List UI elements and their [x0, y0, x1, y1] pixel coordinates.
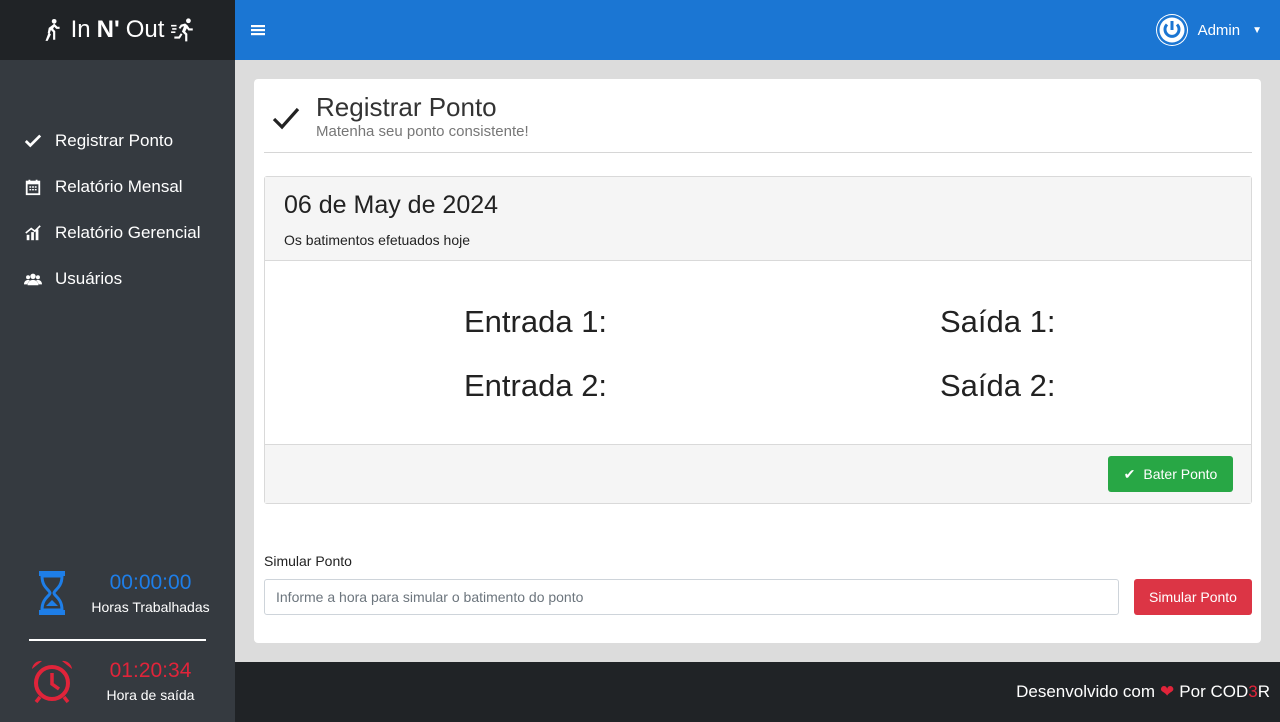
hours-worked-widget: 00:00:00 Horas Trabalhadas — [0, 570, 235, 616]
page-header: Registrar Ponto Matenha seu ponto consis… — [264, 79, 1252, 153]
exit-time-label: Hora de saída — [106, 687, 195, 703]
sidebar-item-registrar-ponto[interactable]: Registrar Ponto — [0, 118, 235, 164]
check-icon: ✔ — [1123, 465, 1136, 482]
alarm-clock-icon — [24, 658, 80, 704]
brand-prefix: In — [70, 16, 91, 43]
main-card: Registrar Ponto Matenha seu ponto consis… — [254, 79, 1261, 643]
panel-body: Entrada 1: Saída 1: Entrada 2: Saída 2: — [265, 261, 1251, 444]
entrada-1-label: Entrada 1: — [464, 304, 608, 339]
footer-accent: 3 — [1248, 682, 1258, 701]
entrada-2-label: Entrada 2: — [464, 368, 608, 403]
bater-ponto-label: Bater Ponto — [1143, 466, 1218, 482]
panel-header: 06 de May de 2024 Os batimentos efetuado… — [265, 177, 1251, 261]
panel-description: Os batimentos efetuados hoje — [284, 232, 471, 248]
simulate-button[interactable]: Simular Ponto — [1134, 579, 1252, 615]
footer-end: R — [1257, 682, 1270, 701]
page-subtitle: Matenha seu ponto consistente! — [316, 123, 529, 140]
power-icon — [1155, 14, 1188, 46]
sidebar-menu: Registrar Ponto Relatório Mensal Relatór… — [0, 118, 235, 302]
hourglass-icon — [24, 570, 80, 616]
sidebar-item-relatorio-mensal[interactable]: Relatório Mensal — [0, 164, 235, 210]
current-date: 06 de May de 2024 — [284, 191, 499, 219]
footer-credit[interactable]: Por COD3R — [1179, 682, 1270, 702]
sidebar: In N' Out Registrar Ponto Relatório Mens… — [0, 0, 235, 722]
top-bar: Admin ▼ — [235, 0, 1280, 60]
saida-1-label: Saída 1: — [940, 304, 1056, 339]
sidebar-item-label: Relatório Gerencial — [55, 223, 201, 242]
panel-footer: ✔ Bater Ponto — [265, 444, 1251, 503]
exit-time-value: 01:20:34 — [109, 659, 192, 682]
footer: Desenvolvido com ❤ Por COD3R — [235, 662, 1280, 722]
caret-down-icon: ▼ — [1252, 24, 1262, 36]
footer-by: Por COD — [1179, 682, 1249, 701]
sidebar-item-label: Usuários — [55, 269, 123, 288]
brand-bold: N' — [96, 16, 120, 43]
brand-suffix: Out — [125, 16, 165, 43]
hours-worked-value: 00:00:00 — [109, 571, 192, 594]
sidebar-item-relatorio-gerencial[interactable]: Relatório Gerencial — [0, 210, 235, 256]
heart-icon: ❤ — [1160, 682, 1175, 701]
check-icon — [272, 107, 300, 130]
walking-icon — [45, 18, 60, 41]
sidebar-item-label: Relatório Mensal — [55, 177, 183, 196]
check-icon — [23, 131, 43, 151]
hamburger-icon[interactable] — [251, 20, 265, 41]
chart-icon — [23, 223, 43, 243]
user-name: Admin — [1197, 21, 1241, 39]
bater-ponto-button[interactable]: ✔ Bater Ponto — [1108, 456, 1233, 492]
sidebar-item-label: Registrar Ponto — [55, 131, 174, 150]
footer-text: Desenvolvido com — [1016, 682, 1156, 701]
exit-time-widget: 01:20:34 Hora de saída — [0, 658, 235, 704]
calendar-icon — [23, 177, 43, 197]
simulate-label: Simular Ponto — [264, 553, 352, 569]
brand-logo[interactable]: In N' Out — [0, 0, 235, 60]
running-icon — [171, 18, 194, 42]
users-icon — [23, 269, 43, 289]
saida-2-label: Saída 2: — [940, 368, 1056, 403]
simulate-time-input[interactable] — [264, 579, 1119, 615]
hours-worked-label: Horas Trabalhadas — [91, 599, 210, 615]
page-title: Registrar Ponto — [316, 92, 497, 122]
user-menu[interactable]: Admin ▼ — [1155, 14, 1262, 46]
sidebar-item-usuarios[interactable]: Usuários — [0, 256, 235, 302]
punch-panel: 06 de May de 2024 Os batimentos efetuado… — [264, 176, 1252, 504]
sidebar-divider — [29, 639, 206, 641]
